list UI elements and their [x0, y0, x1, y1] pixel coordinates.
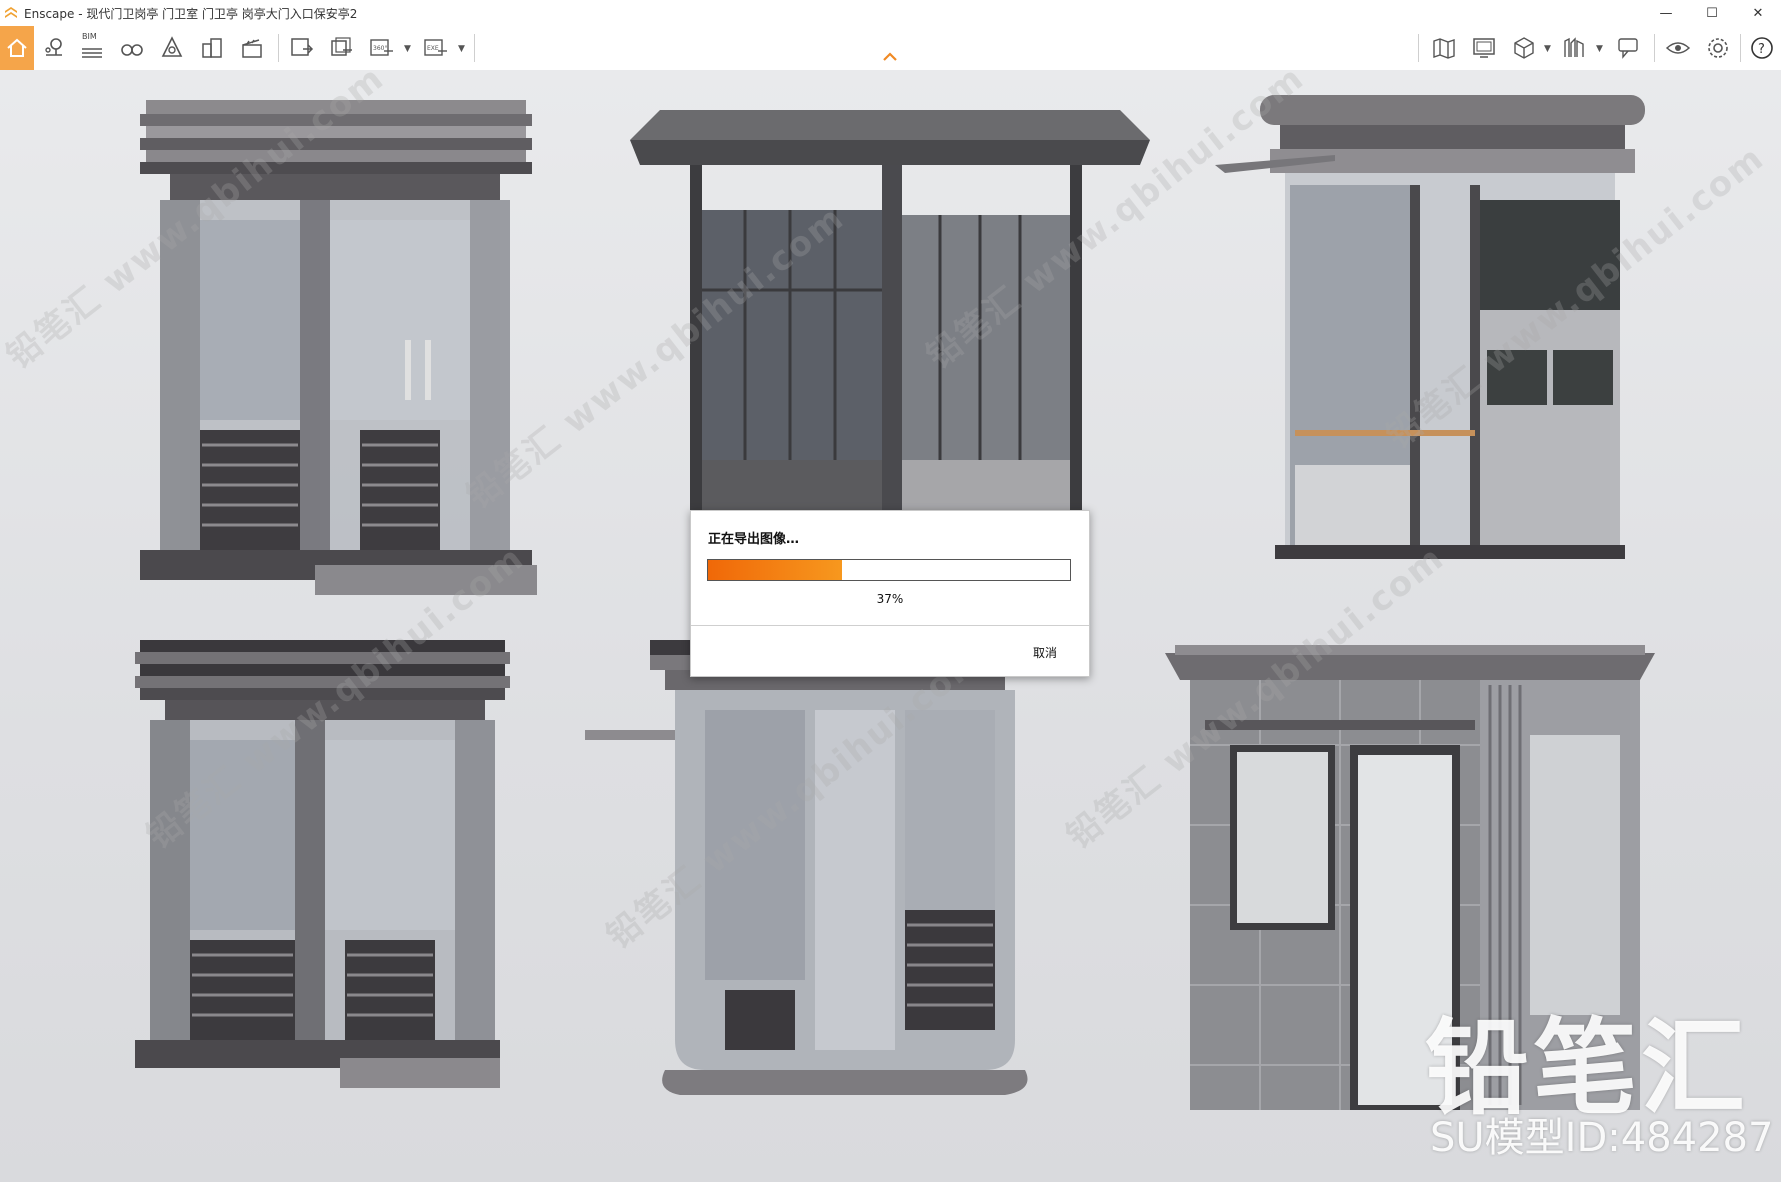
- title-bar: Enscape - 现代门卫岗亭 门卫室 门卫亭 岗亭大门入口保安亭2 — ☐ …: [0, 0, 1781, 26]
- feedback-icon: [1618, 38, 1638, 59]
- panorama-export-button[interactable]: 360°: [366, 32, 398, 64]
- light-view-icon: [161, 36, 183, 57]
- home-button[interactable]: [0, 26, 34, 70]
- help-icon: ?: [1751, 37, 1773, 59]
- binoculars-icon: [121, 44, 143, 56]
- dialog-divider: [691, 625, 1089, 626]
- video-editor-button[interactable]: [236, 32, 268, 64]
- progress-fill: [708, 560, 842, 580]
- export-image-button[interactable]: [286, 32, 318, 64]
- minimize-button[interactable]: —: [1643, 0, 1689, 26]
- toolbar-separator: [278, 34, 279, 62]
- export-progress-dialog: 正在导出图像… 37% 取消: [690, 510, 1090, 677]
- chevron-down-icon[interactable]: ▼: [1544, 44, 1551, 54]
- dialog-title: 正在导出图像…: [708, 532, 800, 547]
- asset-pin-button[interactable]: [38, 32, 70, 64]
- close-button[interactable]: ✕: [1735, 0, 1781, 26]
- map-icon: [1433, 38, 1455, 59]
- toolbar-separator: [1418, 34, 1419, 62]
- visual-settings-button[interactable]: [1662, 32, 1694, 64]
- export-image-icon: [291, 38, 314, 56]
- settings-button[interactable]: [1702, 32, 1734, 64]
- light-view-button[interactable]: [156, 32, 188, 64]
- feedback-button[interactable]: [1612, 32, 1644, 64]
- buildings-button[interactable]: [196, 32, 228, 64]
- clapper-icon: [242, 39, 262, 58]
- watermark-model-id: SU模型ID:484287: [1430, 1115, 1774, 1161]
- svg-text:?: ?: [1758, 42, 1765, 57]
- window-title: Enscape - 现代门卫岗亭 门卫室 门卫亭 岗亭大门入口保安亭2: [24, 6, 358, 21]
- settings-icon: [1708, 38, 1728, 58]
- asset-library-button[interactable]: [1558, 32, 1590, 64]
- exe-export-icon: EXE: [424, 39, 447, 56]
- cube-button[interactable]: [1508, 32, 1540, 64]
- cancel-button[interactable]: 取消: [1033, 644, 1057, 661]
- visual-settings-icon: [1665, 42, 1691, 54]
- enscape-logo-icon: [5, 7, 17, 18]
- export-progress-bar: [707, 559, 1071, 581]
- map-button[interactable]: [1428, 32, 1460, 64]
- progress-percent-label: 37%: [876, 592, 904, 606]
- toolbar-separator: [1740, 34, 1741, 62]
- maximize-button[interactable]: ☐: [1689, 0, 1735, 26]
- chevron-down-icon[interactable]: ▼: [404, 44, 411, 54]
- exe-export-button[interactable]: EXE: [420, 32, 452, 64]
- window-controls: — ☐ ✕: [1643, 0, 1781, 26]
- svg-text:EXE: EXE: [427, 45, 439, 52]
- batch-export-button[interactable]: [326, 32, 358, 64]
- enscape-toolbar: BIM 360° ▼ EXE ▼ ▼ ▼ ?: [0, 26, 1781, 71]
- asset-pin-icon: [45, 38, 62, 56]
- toolbar-separator: [1654, 34, 1655, 62]
- batch-export-icon: [331, 37, 352, 56]
- panorama-360-icon: 360°: [370, 39, 393, 56]
- buildings-icon: [202, 38, 222, 58]
- chevron-down-icon[interactable]: ▼: [1596, 44, 1603, 54]
- home-icon: [7, 38, 27, 57]
- chevron-down-icon[interactable]: ▼: [458, 44, 465, 54]
- walk-view-button[interactable]: [116, 32, 148, 64]
- library-icon: [1564, 37, 1584, 57]
- screen-icon: [1473, 38, 1495, 58]
- screen-button[interactable]: [1468, 32, 1500, 64]
- guard-booth-3-image: [1215, 95, 1645, 559]
- cube-icon: [1514, 37, 1534, 59]
- collapse-toolbar-chevron-icon[interactable]: [880, 50, 900, 64]
- toolbar-separator: [474, 34, 475, 62]
- bim-label: BIM: [82, 32, 97, 41]
- help-button[interactable]: ?: [1746, 32, 1778, 64]
